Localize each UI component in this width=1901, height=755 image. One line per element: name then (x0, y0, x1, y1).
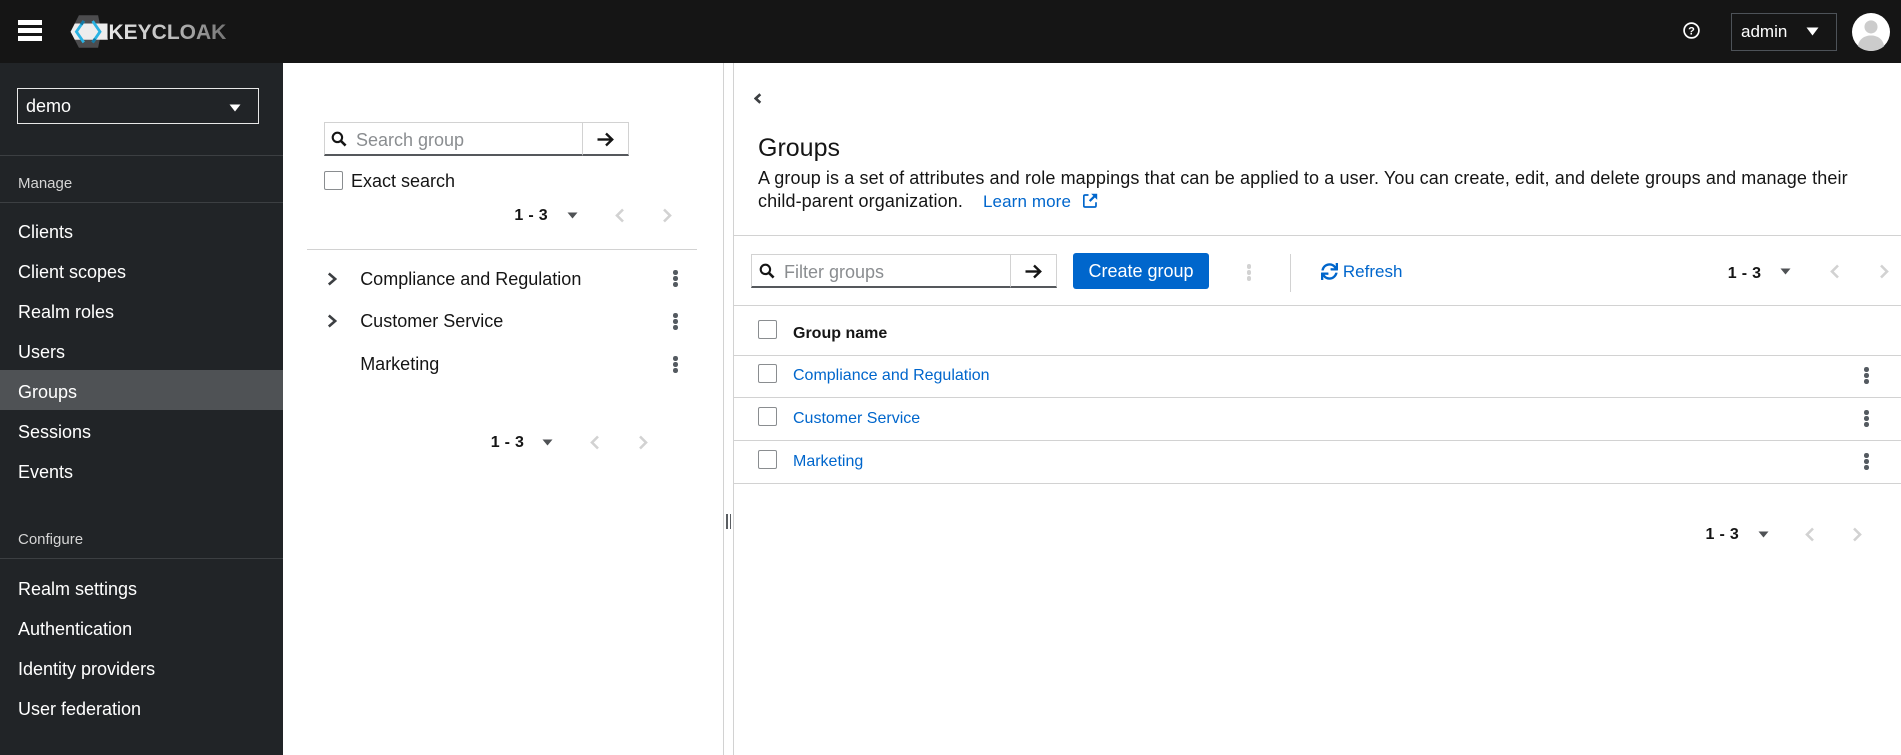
svg-text:KEYCLOAK: KEYCLOAK (109, 21, 227, 44)
svg-text:?: ? (1688, 25, 1695, 37)
